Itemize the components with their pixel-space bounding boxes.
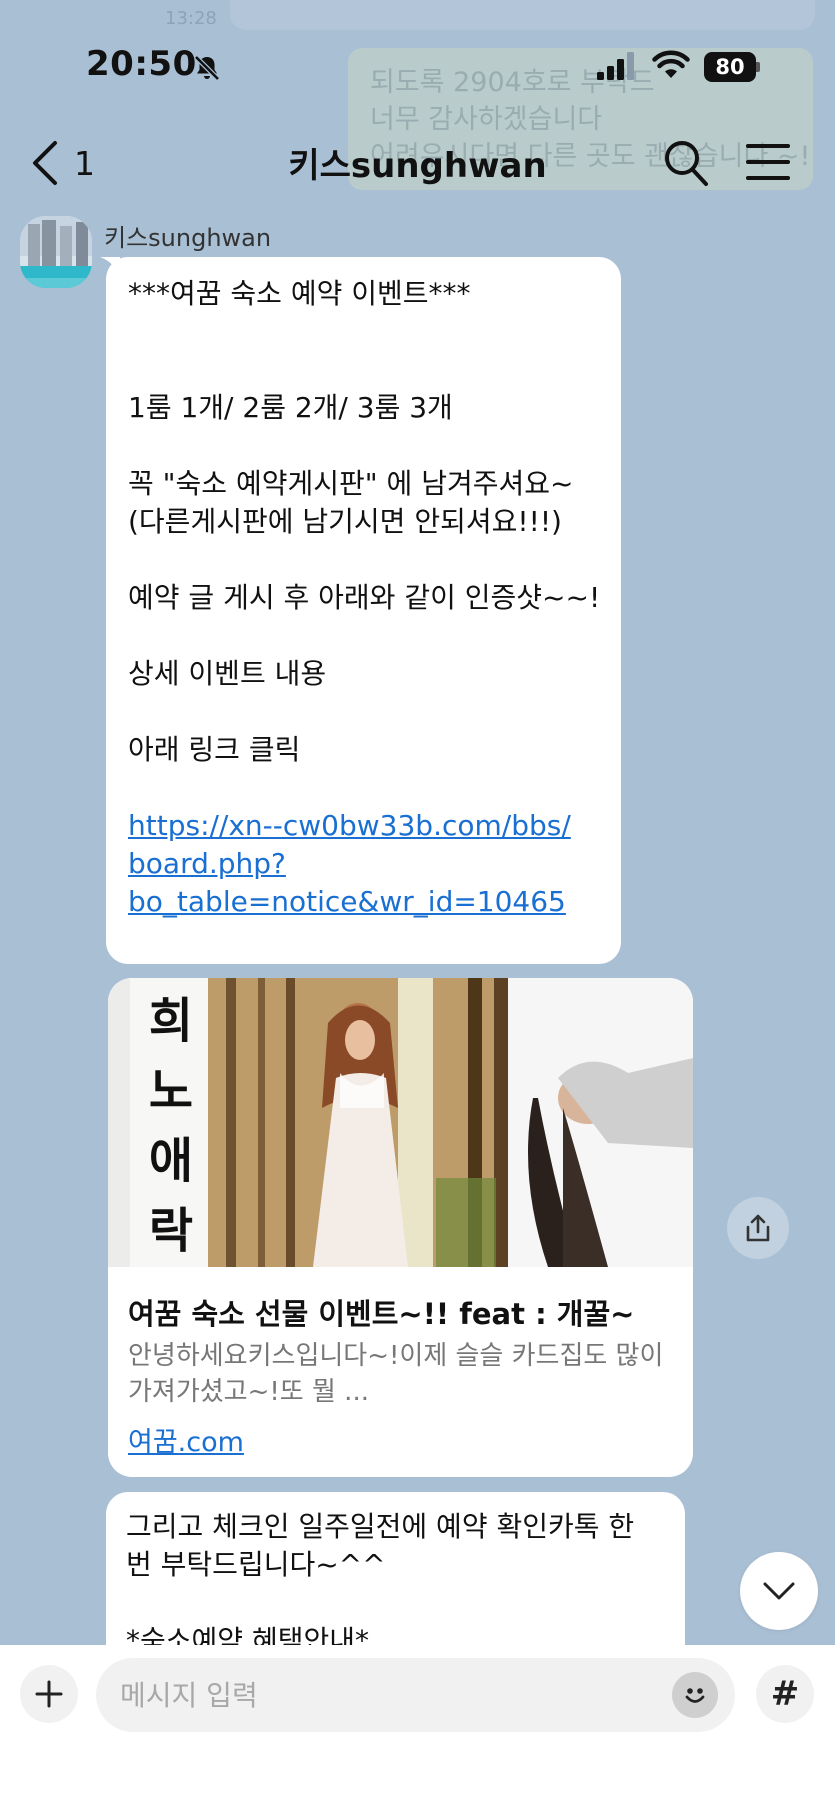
- battery-tip: [756, 62, 760, 72]
- attach-button[interactable]: [20, 1665, 78, 1723]
- calligraphy-text: 희 노 애 락: [136, 986, 206, 1266]
- message-line: [128, 351, 599, 389]
- link-preview-description: 안녕하세요키스입니다~!이제 슬슬 카드집도 많이 가져가셨고~!또 뭘 ...: [128, 1341, 664, 1407]
- message-link[interactable]: https://xn--cw0bw33b.com/bbs/ board.php?…: [128, 807, 599, 921]
- background-notification-remnant: [230, 0, 815, 30]
- share-icon: [746, 1214, 770, 1242]
- calligraphy-char: 희: [148, 993, 194, 1049]
- chat-title: 키스sunghwan: [288, 146, 547, 186]
- message-input-container: [96, 1658, 735, 1732]
- chevron-down-icon: [763, 1582, 795, 1600]
- message-line: 번 부탁드립니다~^^: [126, 1548, 386, 1581]
- link-preview-image: 희 노 애 락: [108, 978, 693, 1267]
- message-input[interactable]: [120, 1658, 660, 1732]
- emoji-icon: [685, 1688, 705, 1703]
- message-line: 아래 링크 클릭: [128, 733, 301, 766]
- message-line: [128, 427, 599, 465]
- message-line: [126, 1584, 665, 1622]
- message-text: ***여꿈 숙소 예약 이벤트*** 1룸 1개/ 2룸 2개/ 3룸 3개꼭 "…: [128, 275, 601, 807]
- battery-level: 80: [704, 52, 756, 82]
- message-line: [128, 693, 599, 731]
- cellular-signal-icon: [597, 52, 634, 80]
- share-button[interactable]: [727, 1197, 789, 1259]
- back-button[interactable]: 1: [30, 136, 95, 190]
- message-line: ***여꿈 숙소 예약 이벤트***: [128, 277, 471, 310]
- link-preview-domain[interactable]: 여꿈.com: [128, 1420, 244, 1459]
- message-line: [128, 617, 599, 655]
- emoji-button[interactable]: [672, 1672, 718, 1718]
- message-line: 예약 글 게시 후 아래와 같이 인증샷~~!: [128, 581, 601, 614]
- background-line: 너무 감사하겠습니다: [370, 104, 603, 135]
- chevron-left-icon: [33, 141, 57, 185]
- battery-indicator: 80: [704, 52, 760, 82]
- message-line: 그리고 체크인 일주일전에 예약 확인카톡 한: [126, 1510, 635, 1543]
- sender-name: 키스sunghwan: [104, 224, 272, 252]
- message-line: 상세 이벤트 내용: [128, 657, 327, 690]
- link-preview-card[interactable]: 희 노 애 락 여꿈 숙소 선물 이벤트~!! feat : 개꿀~ 안녕하세요…: [108, 978, 693, 1477]
- hashtag-button[interactable]: #: [756, 1665, 814, 1723]
- calligraphy-char: 애: [148, 1133, 194, 1189]
- avatar[interactable]: [20, 216, 92, 288]
- menu-icon[interactable]: [745, 141, 791, 183]
- search-icon[interactable]: [662, 138, 710, 188]
- message-line: 1룸 1개/ 2룸 2개/ 3룸 3개: [128, 391, 453, 424]
- calligraphy-char: 노: [148, 1063, 194, 1119]
- scroll-to-bottom-button[interactable]: [740, 1552, 818, 1630]
- message-bubble[interactable]: ***여꿈 숙소 예약 이벤트*** 1룸 1개/ 2룸 2개/ 3룸 3개꼭 "…: [106, 257, 621, 964]
- message-line: [128, 769, 599, 807]
- link-preview-title: 여꿈 숙소 선물 이벤트~!! feat : 개꿀~: [128, 1297, 635, 1331]
- link-line: board.php?: [128, 847, 286, 880]
- status-time: 20:50: [86, 44, 197, 84]
- link-line: https://xn--cw0bw33b.com/bbs/: [128, 809, 571, 842]
- calligraphy-char: 락: [148, 1203, 194, 1259]
- message-line: [128, 541, 599, 579]
- unread-count: 1: [74, 143, 95, 183]
- background-timestamp: 13:28: [165, 8, 217, 29]
- plus-icon: [35, 1680, 63, 1708]
- chat-screen: 13:28 되도록 2904호로 부탁드 너무 감사하겠습니다 어려우시다면 다…: [0, 0, 835, 1815]
- link-line: bo_table=notice&wr_id=10465: [128, 885, 566, 918]
- message-line: 꼭 "숙소 예약게시판" 에 남겨주셔요~: [128, 467, 574, 500]
- bell-muted-icon: [194, 55, 220, 81]
- message-line: (다른게시판에 남기시면 안되셔요!!!): [128, 505, 562, 538]
- wifi-icon: [652, 50, 690, 78]
- message-line: [128, 313, 599, 351]
- profile-picture: [20, 216, 92, 288]
